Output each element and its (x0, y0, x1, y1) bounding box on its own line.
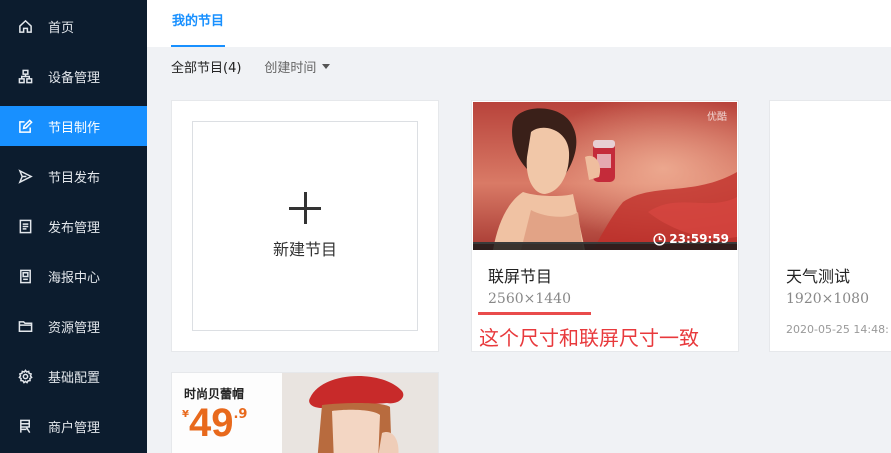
program-card[interactable]: 天气测试 1920×1080 2020-05-25 14:48: (769, 100, 891, 352)
sort-label: 创建时间 (264, 60, 317, 76)
sidebar-item-label: 首页 (48, 20, 75, 36)
send-icon (17, 168, 33, 184)
poster-currency: ¥ (182, 409, 189, 420)
sidebar-item-home[interactable]: 首页 (0, 6, 147, 46)
folder-icon (17, 318, 33, 334)
sidebar-item-label: 设备管理 (48, 70, 101, 86)
tab-my-programs[interactable]: 我的节目 (171, 0, 226, 47)
new-program-card: 新建节目 (171, 100, 439, 352)
sidebar-item-program-make[interactable]: 节目制作 (0, 106, 147, 146)
sidebar-item-label: 海报中心 (48, 270, 101, 286)
gear-icon (17, 368, 33, 384)
program-size: 1920×1080 (786, 291, 869, 307)
program-date: 2020-05-25 14:48: (786, 323, 889, 336)
edit-icon (17, 118, 33, 134)
sort-dropdown[interactable]: 创建时间 (264, 57, 331, 76)
new-program-button[interactable]: 新建节目 (192, 121, 418, 331)
annotation-note: 这个尺寸和联屏尺寸一致 (479, 326, 699, 350)
sidebar-item-label: 节目制作 (48, 120, 101, 136)
home-icon (17, 18, 33, 34)
annotation-underline (478, 312, 591, 315)
new-program-label: 新建节目 (272, 240, 337, 259)
main-content: 我的节目 全部节目(4) 创建时间 新建节目 优酷 23:59:59 联屏节目 … (147, 0, 891, 453)
poster-headline: 时尚贝蕾帽 (184, 387, 245, 401)
duration-text: 23:59:59 (669, 232, 729, 246)
sidebar-item-devices[interactable]: 设备管理 (0, 56, 147, 96)
video-frame-image (473, 102, 737, 250)
sidebar-item-label: 资源管理 (48, 320, 101, 336)
filter-bar: 全部节目(4) 创建时间 (171, 56, 331, 76)
poster-program-card[interactable]: 时尚贝蕾帽 ¥ 49 .9 (171, 372, 439, 453)
video-watermark: 优酷 (707, 112, 727, 123)
program-thumbnail[interactable]: 优酷 23:59:59 (473, 102, 737, 250)
poster-icon (17, 268, 33, 284)
sidebar-item-label: 商户管理 (48, 420, 101, 436)
sidebar-item-label: 发布管理 (48, 220, 101, 236)
sidebar-item-resources[interactable]: 资源管理 (0, 306, 147, 346)
sidebar-item-label: 基础配置 (48, 370, 101, 386)
sidebar-item-merchants[interactable]: 商户管理 (0, 406, 147, 446)
devices-icon (17, 68, 33, 84)
merchant-icon (17, 418, 33, 434)
caret-down-icon (322, 63, 331, 69)
poster-price: ¥ 49 .9 (182, 403, 247, 443)
program-title: 天气测试 (786, 267, 851, 286)
poster-price-main: 49 (188, 401, 234, 445)
program-thumbnail[interactable] (771, 102, 891, 250)
sidebar: 首页 设备管理 节目制作 节目发布 发布管理 海报中心 资源管理 基础配置 商户… (0, 0, 147, 453)
program-size: 2560×1440 (488, 291, 571, 307)
sidebar-item-base-config[interactable]: 基础配置 (0, 356, 147, 396)
filter-all-programs[interactable]: 全部节目(4) (171, 57, 241, 76)
sidebar-item-poster-center[interactable]: 海报中心 (0, 256, 147, 296)
clock-icon (653, 232, 666, 246)
tab-bar: 我的节目 (147, 0, 891, 47)
list-doc-icon (17, 218, 33, 234)
sidebar-item-program-publish[interactable]: 节目发布 (0, 156, 147, 196)
plus-icon (289, 192, 321, 224)
duration-badge: 23:59:59 (653, 232, 729, 246)
sidebar-item-publish-manage[interactable]: 发布管理 (0, 206, 147, 246)
program-title: 联屏节目 (488, 267, 553, 286)
sidebar-item-label: 节目发布 (48, 170, 101, 186)
poster-price-cents: .9 (233, 407, 248, 422)
